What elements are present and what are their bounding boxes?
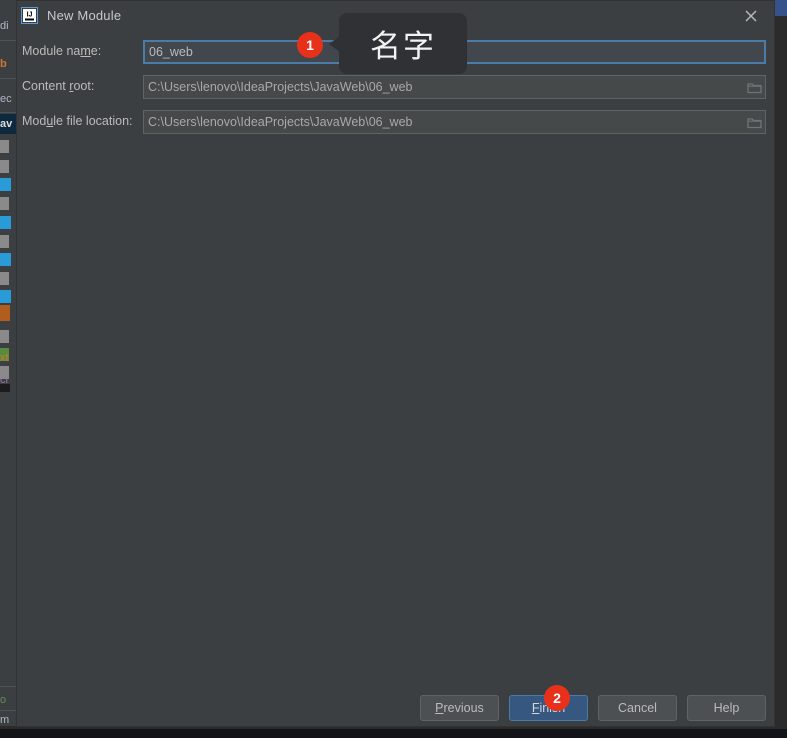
tree-icon-chip	[0, 178, 11, 191]
tree-icon-chip	[0, 290, 11, 303]
ide-text-fragment: cr	[0, 374, 10, 386]
strip-separator	[0, 40, 16, 41]
module-file-location-label: Module file location:	[22, 114, 133, 128]
module-file-location-input[interactable]: C:\Users\lenovo\IdeaProjects\JavaWeb\06_…	[143, 110, 766, 134]
tree-icon-chip	[0, 216, 11, 229]
tree-icon-chip	[0, 272, 9, 285]
content-root-input[interactable]: C:\Users\lenovo\IdeaProjects\JavaWeb\06_…	[143, 75, 766, 99]
tooltip-pointer	[329, 36, 340, 52]
tree-icon-chip	[0, 330, 9, 343]
dialog-title: New Module	[47, 8, 122, 23]
folder-icon[interactable]	[743, 76, 765, 98]
strip-separator	[0, 710, 16, 711]
ide-left-strip: di b ec av xt cr o m	[0, 0, 16, 738]
ide-titlebar-right-edge	[775, 0, 787, 16]
svg-text:IJ: IJ	[27, 12, 33, 19]
tree-icon-chip	[0, 197, 9, 210]
close-icon[interactable]	[728, 1, 774, 31]
folder-icon[interactable]	[743, 111, 765, 133]
help-button[interactable]: Help	[687, 695, 766, 721]
annotation-tooltip-text: 名字	[370, 29, 436, 65]
strip-separator	[0, 686, 16, 687]
new-module-dialog: IJ New Module Module name: 06_web Conten…	[16, 0, 775, 727]
form-row-content-root: Content root: C:\Users\lenovo\IdeaProjec…	[17, 75, 776, 99]
content-root-label: Content root:	[22, 79, 95, 93]
previous-button[interactable]: Previous	[420, 695, 499, 721]
tree-icon-chip	[0, 253, 11, 266]
intellij-idea-icon: IJ	[21, 7, 38, 24]
ide-text-fragment: di	[0, 20, 9, 32]
annotation-badge-1: 1	[297, 32, 323, 58]
annotation-tooltip: 名字	[339, 13, 467, 74]
module-name-label: Module name:	[22, 44, 102, 58]
ide-text-fragment: o	[0, 694, 7, 706]
strip-separator	[0, 112, 16, 113]
annotation-badge-2: 2	[544, 685, 570, 711]
tree-icon-chip	[0, 235, 9, 248]
ide-text-fragment: av	[0, 118, 13, 130]
tree-icon-chip	[0, 160, 9, 173]
ide-text-fragment: xt	[0, 352, 9, 364]
ide-editor-right-edge	[775, 0, 787, 730]
tree-icon-chip	[0, 140, 9, 153]
ide-bottom-toolbar	[0, 729, 787, 738]
form-row-module-file-location: Module file location: C:\Users\lenovo\Id…	[17, 110, 776, 134]
strip-separator	[0, 78, 16, 79]
tree-icon-chip	[0, 305, 10, 321]
cancel-button[interactable]: Cancel	[598, 695, 677, 721]
ide-text-fragment: m	[0, 714, 10, 726]
ide-text-fragment: b	[0, 58, 7, 70]
ide-text-fragment: ec	[0, 93, 12, 105]
